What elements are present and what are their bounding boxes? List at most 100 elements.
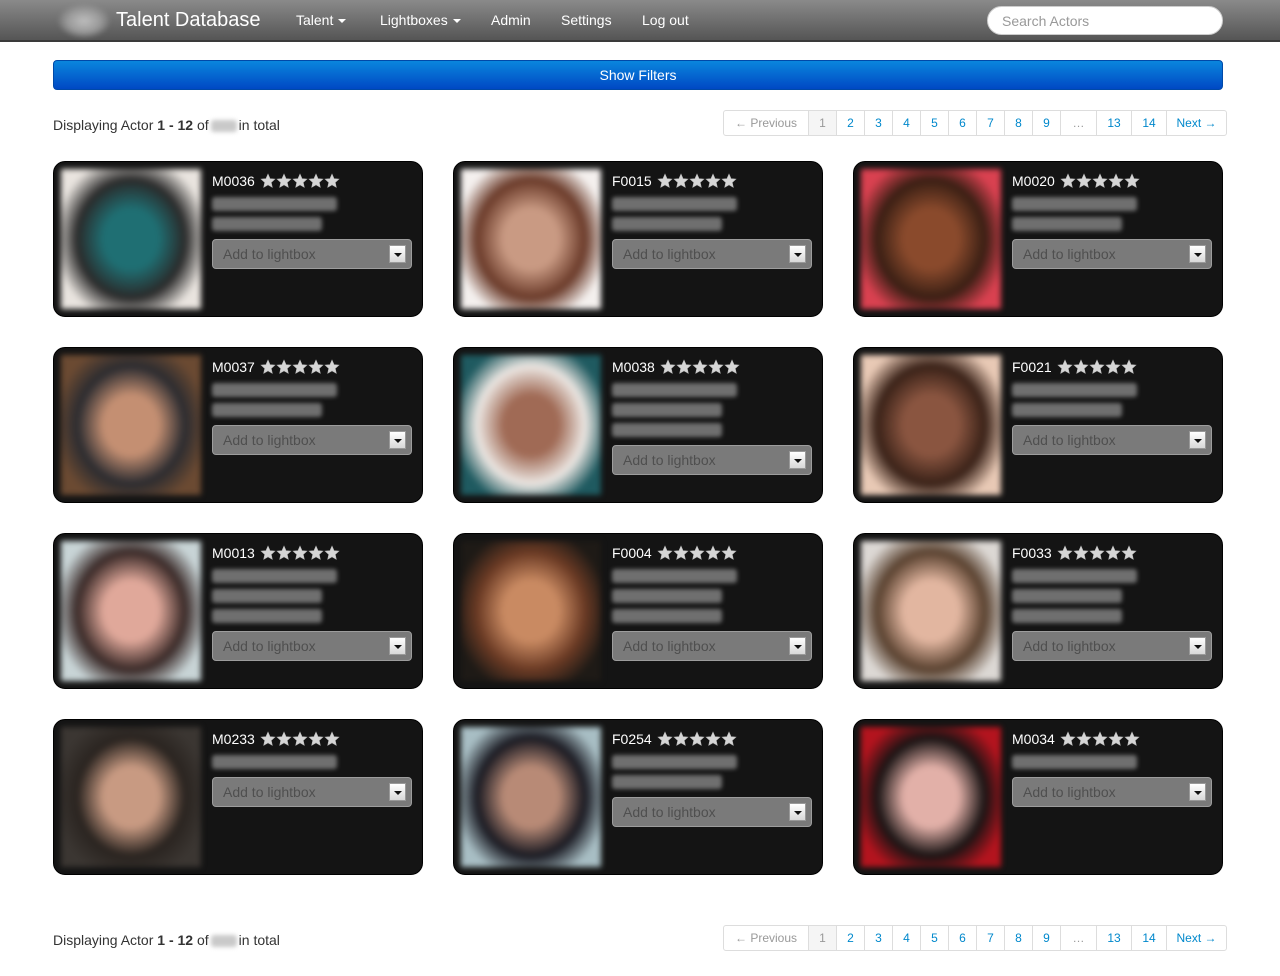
dropdown-arrow-icon[interactable]	[789, 245, 806, 263]
star-icon[interactable]	[1060, 173, 1076, 189]
star-rating[interactable]	[260, 173, 340, 189]
star-icon[interactable]	[1121, 359, 1137, 375]
star-rating[interactable]	[260, 359, 340, 375]
star-rating[interactable]	[1060, 173, 1140, 189]
star-icon[interactable]	[324, 173, 340, 189]
star-icon[interactable]	[276, 545, 292, 561]
star-icon[interactable]	[260, 731, 276, 747]
brand-title[interactable]: Talent Database	[116, 9, 261, 32]
star-icon[interactable]	[292, 359, 308, 375]
add-to-lightbox-select[interactable]: Add to lightbox	[212, 239, 412, 269]
star-icon[interactable]	[705, 545, 721, 561]
star-icon[interactable]	[1076, 173, 1092, 189]
pagination-page-13[interactable]: 13	[1096, 926, 1131, 950]
star-icon[interactable]	[292, 731, 308, 747]
star-icon[interactable]	[673, 545, 689, 561]
add-to-lightbox-select[interactable]: Add to lightbox	[1012, 239, 1212, 269]
pagination-page-3[interactable]: 3	[864, 111, 892, 135]
star-icon[interactable]	[689, 731, 705, 747]
pagination-page-4[interactable]: 4	[892, 926, 920, 950]
actor-code[interactable]: M0013	[212, 545, 255, 561]
pagination-page-6[interactable]: 6	[948, 926, 976, 950]
star-icon[interactable]	[1105, 359, 1121, 375]
star-icon[interactable]	[292, 173, 308, 189]
star-icon[interactable]	[1057, 359, 1073, 375]
star-rating[interactable]	[260, 731, 340, 747]
star-icon[interactable]	[308, 545, 324, 561]
star-icon[interactable]	[324, 731, 340, 747]
pagination-page-8[interactable]: 8	[1004, 111, 1032, 135]
star-icon[interactable]	[276, 731, 292, 747]
star-icon[interactable]	[1092, 173, 1108, 189]
star-rating[interactable]	[657, 731, 737, 747]
star-icon[interactable]	[1092, 731, 1108, 747]
nav-talent-dropdown[interactable]: Talent	[296, 12, 347, 28]
actor-photo[interactable]	[61, 541, 201, 681]
pagination-page-9[interactable]: 9	[1032, 926, 1060, 950]
actor-photo[interactable]	[461, 355, 601, 495]
star-icon[interactable]	[705, 731, 721, 747]
actor-code[interactable]: F0004	[612, 545, 652, 561]
add-to-lightbox-select[interactable]: Add to lightbox	[612, 797, 812, 827]
star-icon[interactable]	[673, 731, 689, 747]
star-icon[interactable]	[721, 545, 737, 561]
pagination-page-9[interactable]: 9	[1032, 111, 1060, 135]
search-actors-input[interactable]	[987, 6, 1223, 35]
star-icon[interactable]	[1108, 173, 1124, 189]
star-icon[interactable]	[692, 359, 708, 375]
star-icon[interactable]	[308, 731, 324, 747]
dropdown-arrow-icon[interactable]	[1189, 431, 1206, 449]
actor-photo[interactable]	[61, 727, 201, 867]
star-rating[interactable]	[660, 359, 740, 375]
dropdown-arrow-icon[interactable]	[389, 431, 406, 449]
dropdown-arrow-icon[interactable]	[389, 245, 406, 263]
pagination-page-5[interactable]: 5	[920, 111, 948, 135]
star-icon[interactable]	[657, 731, 673, 747]
actor-photo[interactable]	[861, 727, 1001, 867]
star-icon[interactable]	[660, 359, 676, 375]
star-icon[interactable]	[292, 545, 308, 561]
add-to-lightbox-select[interactable]: Add to lightbox	[1012, 631, 1212, 661]
star-icon[interactable]	[1105, 545, 1121, 561]
star-icon[interactable]	[1073, 545, 1089, 561]
dropdown-arrow-icon[interactable]	[1189, 783, 1206, 801]
star-icon[interactable]	[705, 173, 721, 189]
add-to-lightbox-select[interactable]: Add to lightbox	[212, 425, 412, 455]
star-icon[interactable]	[1076, 731, 1092, 747]
dropdown-arrow-icon[interactable]	[789, 451, 806, 469]
star-icon[interactable]	[657, 545, 673, 561]
star-icon[interactable]	[260, 545, 276, 561]
dropdown-arrow-icon[interactable]	[389, 637, 406, 655]
actor-code[interactable]: M0034	[1012, 731, 1055, 747]
star-icon[interactable]	[1121, 545, 1137, 561]
pagination-page-7[interactable]: 7	[976, 926, 1004, 950]
add-to-lightbox-select[interactable]: Add to lightbox	[212, 777, 412, 807]
add-to-lightbox-select[interactable]: Add to lightbox	[612, 631, 812, 661]
star-rating[interactable]	[1057, 545, 1137, 561]
add-to-lightbox-select[interactable]: Add to lightbox	[612, 445, 812, 475]
pagination-page-7[interactable]: 7	[976, 111, 1004, 135]
actor-code[interactable]: F0254	[612, 731, 652, 747]
star-rating[interactable]	[1057, 359, 1137, 375]
star-icon[interactable]	[724, 359, 740, 375]
actor-code[interactable]: F0033	[1012, 545, 1052, 561]
star-icon[interactable]	[308, 173, 324, 189]
pagination-page-2[interactable]: 2	[836, 111, 864, 135]
star-icon[interactable]	[676, 359, 692, 375]
star-icon[interactable]	[1060, 731, 1076, 747]
actor-photo[interactable]	[61, 355, 201, 495]
actor-code[interactable]: M0038	[612, 359, 655, 375]
star-icon[interactable]	[1124, 731, 1140, 747]
actor-code[interactable]: M0037	[212, 359, 255, 375]
pagination-page-14[interactable]: 14	[1131, 926, 1166, 950]
actor-code[interactable]: M0036	[212, 173, 255, 189]
star-icon[interactable]	[324, 545, 340, 561]
nav-settings[interactable]: Settings	[561, 12, 612, 28]
nav-admin[interactable]: Admin	[491, 12, 531, 28]
star-icon[interactable]	[308, 359, 324, 375]
star-icon[interactable]	[276, 359, 292, 375]
dropdown-arrow-icon[interactable]	[789, 803, 806, 821]
actor-photo[interactable]	[461, 727, 601, 867]
actor-code[interactable]: F0021	[1012, 359, 1052, 375]
star-icon[interactable]	[1073, 359, 1089, 375]
